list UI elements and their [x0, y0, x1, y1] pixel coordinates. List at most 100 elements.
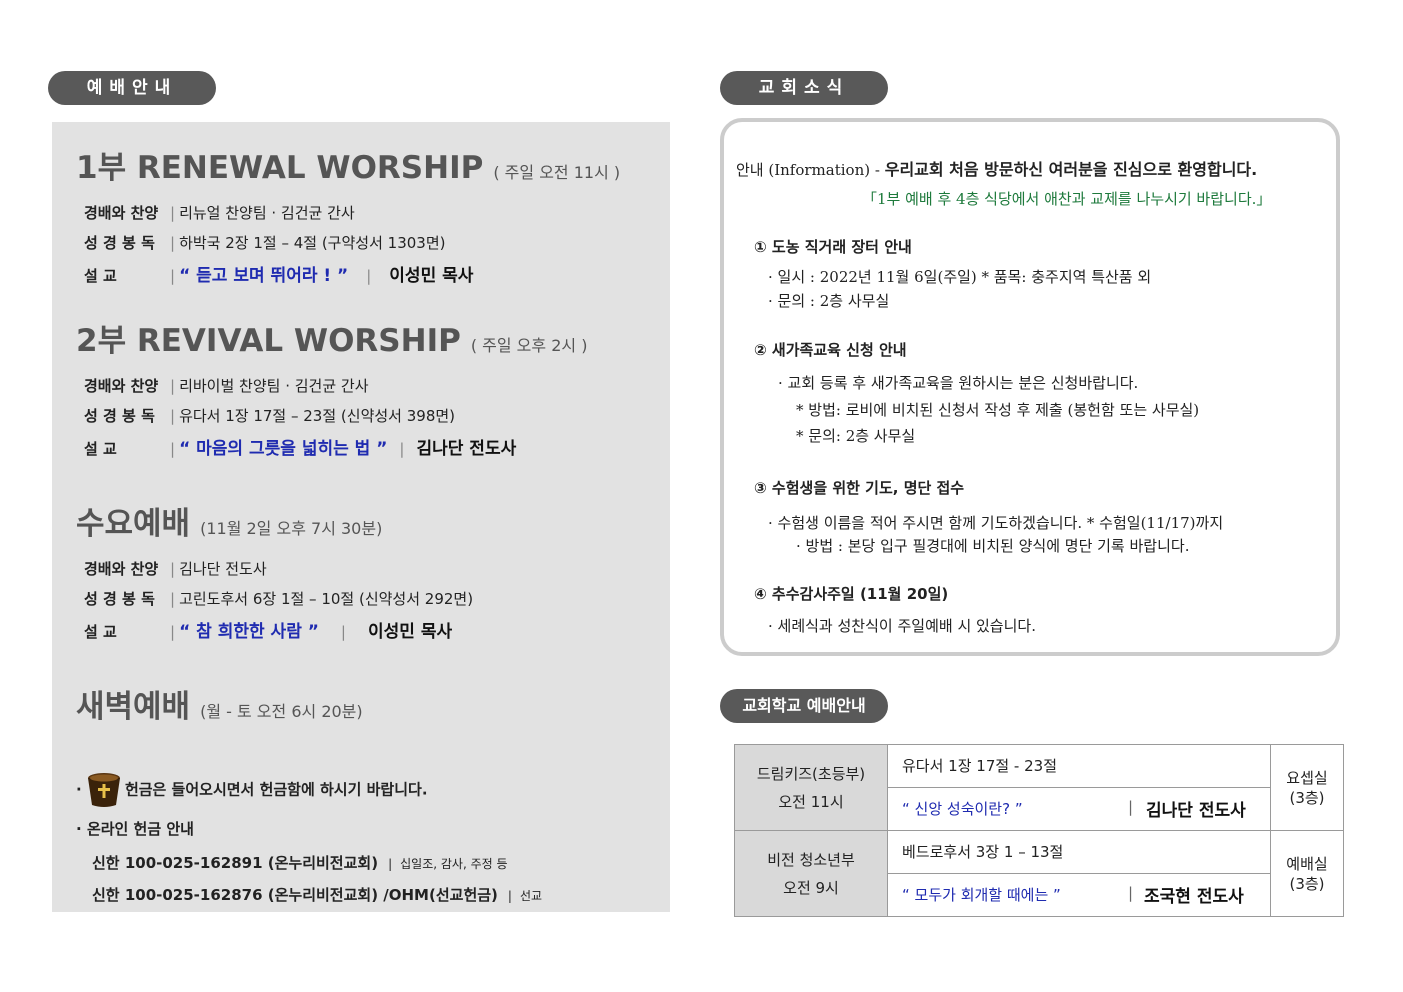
- scripture-text: 유다서 1장 17절 - 23절: [902, 757, 1058, 775]
- row-label: 설 교: [84, 623, 117, 641]
- news-box: 안내 (Information) - 우리교회 처음 방문하신 여러분을 진심으…: [720, 118, 1340, 656]
- row-separator: |: [340, 623, 346, 641]
- row-separator: |: [170, 377, 176, 395]
- news-item-line: · 세례식과 성찬식이 주일예배 시 있습니다.: [768, 617, 1036, 635]
- sermon-row: 설 교 | “ 마음의 그릇을 넓히는 법 ” | 김나단 전도사: [84, 434, 516, 459]
- scripture-cell: 베드로후서 3장 1 – 13절: [887, 830, 1271, 874]
- news-section-header: 교회소식: [720, 71, 888, 105]
- account-line: 신한 100-025-162891 (온누리비전교회) | 십일조, 감사, 주정 …: [92, 852, 508, 873]
- offering-text: 헌금은 들어오시면서 헌금함에 하시기 바랍니다.: [124, 780, 428, 799]
- news-item-title: ① 도농 직거래 장터 안내: [754, 238, 912, 256]
- news-item-title: ③ 수험생을 위한 기도, 명단 접수: [754, 479, 965, 497]
- praise-row: 경배와 찬양 | 리뉴얼 찬양팀 · 김건균 간사: [84, 202, 355, 223]
- room-name: 요셉실: [1286, 768, 1328, 787]
- row-value: 김나단 전도사: [179, 560, 267, 578]
- worship-panel: 1부 RENEWAL WORSHIP( 주일 오전 11시 ) 경배와 찬양 | 리…: [52, 122, 670, 912]
- school-schedule-table: 드림키즈(초등부) 오전 11시 유다서 1장 17절 - 23절 요셉실 (3…: [734, 744, 1344, 917]
- news-item-line: * 문의: 2층 사무실: [796, 427, 916, 445]
- intro-label: 안내 (Information) -: [736, 161, 880, 179]
- account-number: 신한 100-025-162876 (온누리비전교회) /OHM(선교헌금): [92, 886, 498, 904]
- row-value: 리뉴얼 찬양팀 · 김건균 간사: [179, 204, 355, 222]
- row-separator: |: [170, 407, 176, 425]
- intro-subtext: 「1부 예배 후 4층 식당에서 애찬과 교제를 나누시기 바랍니다.」: [862, 190, 1272, 208]
- news-item-line: · 교회 등록 후 새가족교육을 원하시는 분은 신청바랍니다.: [778, 374, 1139, 392]
- worship-section-header: 예배안내: [48, 71, 216, 105]
- row-separator: |: [170, 560, 176, 578]
- room-cell: 요셉실 (3층): [1270, 744, 1344, 831]
- news-intro-sub: 「1부 예배 후 4층 식당에서 애찬과 교제를 나누시기 바랍니다.」: [862, 188, 1271, 209]
- account-note: 십일조, 감사, 주정 등: [400, 857, 508, 871]
- sermon-row: 설 교 | “ 듣고 보며 뛰어라 ! ” | 이성민 목사: [84, 261, 473, 286]
- group-name: 드림키즈(초등부): [756, 764, 866, 783]
- bullet: ·: [76, 820, 82, 838]
- offering-notice: · 헌금은 들어오시면서 헌금함에 하시기 바랍니다.: [76, 772, 428, 808]
- row-label: 경배와 찬양: [84, 204, 159, 222]
- group-time: 오전 9시: [783, 878, 839, 897]
- sermon-row: 설 교 | “ 참 희한한 사람 ” | 이성민 목사: [84, 617, 452, 642]
- group-cell: 비전 청소년부 오전 9시: [734, 830, 888, 917]
- service-title: 2부 REVIVAL WORSHIP ( 주일 오후 2시 ): [76, 315, 587, 360]
- row-separator: |: [170, 590, 176, 608]
- service-name: 수요예배: [76, 506, 191, 542]
- service-title: 새벽예배 (월 - 토 오전 6시 20분): [76, 681, 363, 726]
- sermon-title: “ 듣고 보며 뛰어라 ! ”: [179, 266, 349, 286]
- table-row: 비전 청소년부 오전 9시 베드로후서 3장 1 – 13절 예배실 (3층): [734, 830, 1344, 917]
- room-floor: (3층): [1289, 874, 1325, 893]
- scripture-cell: 유다서 1장 17절 - 23절: [887, 744, 1271, 788]
- row-separator: |: [366, 267, 372, 285]
- row-value: 유다서 1장 17절 – 23절 (신약성서 398면): [179, 407, 456, 425]
- intro-text: 우리교회 처음 방문하신 여러분을 진심으로 환영합니다.: [884, 160, 1258, 179]
- speaker-name: 조국현 전도사: [1144, 887, 1244, 907]
- news-item-line: · 수험생 이름을 적어 주시면 함께 기도하겠습니다. * 수험일(11/17…: [768, 514, 1224, 532]
- table-row: 드림키즈(초등부) 오전 11시 유다서 1장 17절 - 23절 요셉실 (3…: [734, 744, 1344, 831]
- news-item-line: · 문의 : 2층 사무실: [768, 292, 890, 310]
- news-intro: 안내 (Information) - 우리교회 처음 방문하신 여러분을 진심으…: [736, 156, 1257, 180]
- sermon-title: “ 마음의 그릇을 넓히는 법 ”: [179, 439, 388, 459]
- service-title: 1부 RENEWAL WORSHIP ( 주일 오전 11시 ): [76, 142, 620, 187]
- row-label: 경배와 찬양: [84, 560, 159, 578]
- news-item-line: · 방법 : 본당 입구 필경대에 비치된 양식에 명단 기록 바랍니다.: [796, 537, 1190, 555]
- group-cell: 드림키즈(초등부) 오전 11시: [734, 744, 888, 831]
- row-separator: |: [170, 204, 176, 222]
- news-item-line: * 방법: 로비에 비치된 신청서 작성 후 제출 (봉헌함 또는 사무실): [796, 401, 1200, 419]
- news-item-line: · 일시 : 2022년 11월 6일(주일) * 품목: 충주지역 특산품 외: [768, 268, 1152, 286]
- bullet: ·: [76, 780, 82, 799]
- speaker-name: 이성민 목사: [389, 266, 474, 286]
- account-note: 선교: [519, 889, 543, 903]
- row-label: 성 경 봉 독: [84, 407, 155, 425]
- service-name: 2부 REVIVAL WORSHIP: [76, 323, 461, 359]
- row-label: 성 경 봉 독: [84, 590, 155, 608]
- row-label: 성 경 봉 독: [84, 234, 155, 252]
- row-separator: |: [170, 623, 176, 641]
- row-value: 고린도후서 6장 1절 – 10절 (신약성서 292면): [179, 590, 474, 608]
- row-separator: |: [399, 440, 405, 458]
- online-offering-title: · 온라인 헌금 안내: [76, 818, 194, 839]
- room-floor: (3층): [1289, 788, 1325, 807]
- service-name: 새벽예배: [76, 689, 191, 725]
- row-label: 설 교: [84, 440, 117, 458]
- sermon-cell: “ 모두가 회개할 때에는 ” | 조국현 전도사: [887, 873, 1271, 917]
- school-section-header: 교회학교 예배안내: [720, 689, 888, 723]
- service-time: (월 - 토 오전 6시 20분): [200, 702, 363, 721]
- praise-row: 경배와 찬양 | 리바이벌 찬양팀 · 김건균 간사: [84, 375, 369, 396]
- service-time: ( 주일 오전 11시 ): [493, 163, 621, 182]
- group-name: 비전 청소년부: [767, 850, 855, 869]
- news-item-title: ② 새가족교육 신청 안내: [754, 341, 907, 359]
- sermon-cell: “ 신앙 성숙이란? ” | 김나단 전도사: [887, 787, 1271, 831]
- speaker-name: 이성민 목사: [367, 622, 453, 642]
- separator: |: [1128, 884, 1134, 902]
- separator: |: [388, 857, 393, 871]
- offering-box-icon: [87, 772, 121, 808]
- row-separator: |: [170, 234, 176, 252]
- room-name: 예배실: [1286, 854, 1328, 873]
- row-label: 경배와 찬양: [84, 377, 159, 395]
- sermon-title: “ 신앙 성숙이란? ”: [902, 800, 1023, 818]
- online-offering-label: 온라인 헌금 안내: [86, 820, 194, 838]
- sermon-title: “ 참 희한한 사람 ”: [179, 622, 319, 642]
- service-name: 1부 RENEWAL WORSHIP: [76, 150, 484, 186]
- separator: |: [1128, 798, 1134, 816]
- scripture-row: 성 경 봉 독 | 하박국 2장 1절 – 4절 (구약성서 1303면): [84, 232, 445, 253]
- service-time: (11월 2일 오후 7시 30분): [200, 519, 383, 538]
- service-title: 수요예배 (11월 2일 오후 7시 30분): [76, 498, 382, 543]
- speaker-name: 김나단 전도사: [416, 439, 517, 459]
